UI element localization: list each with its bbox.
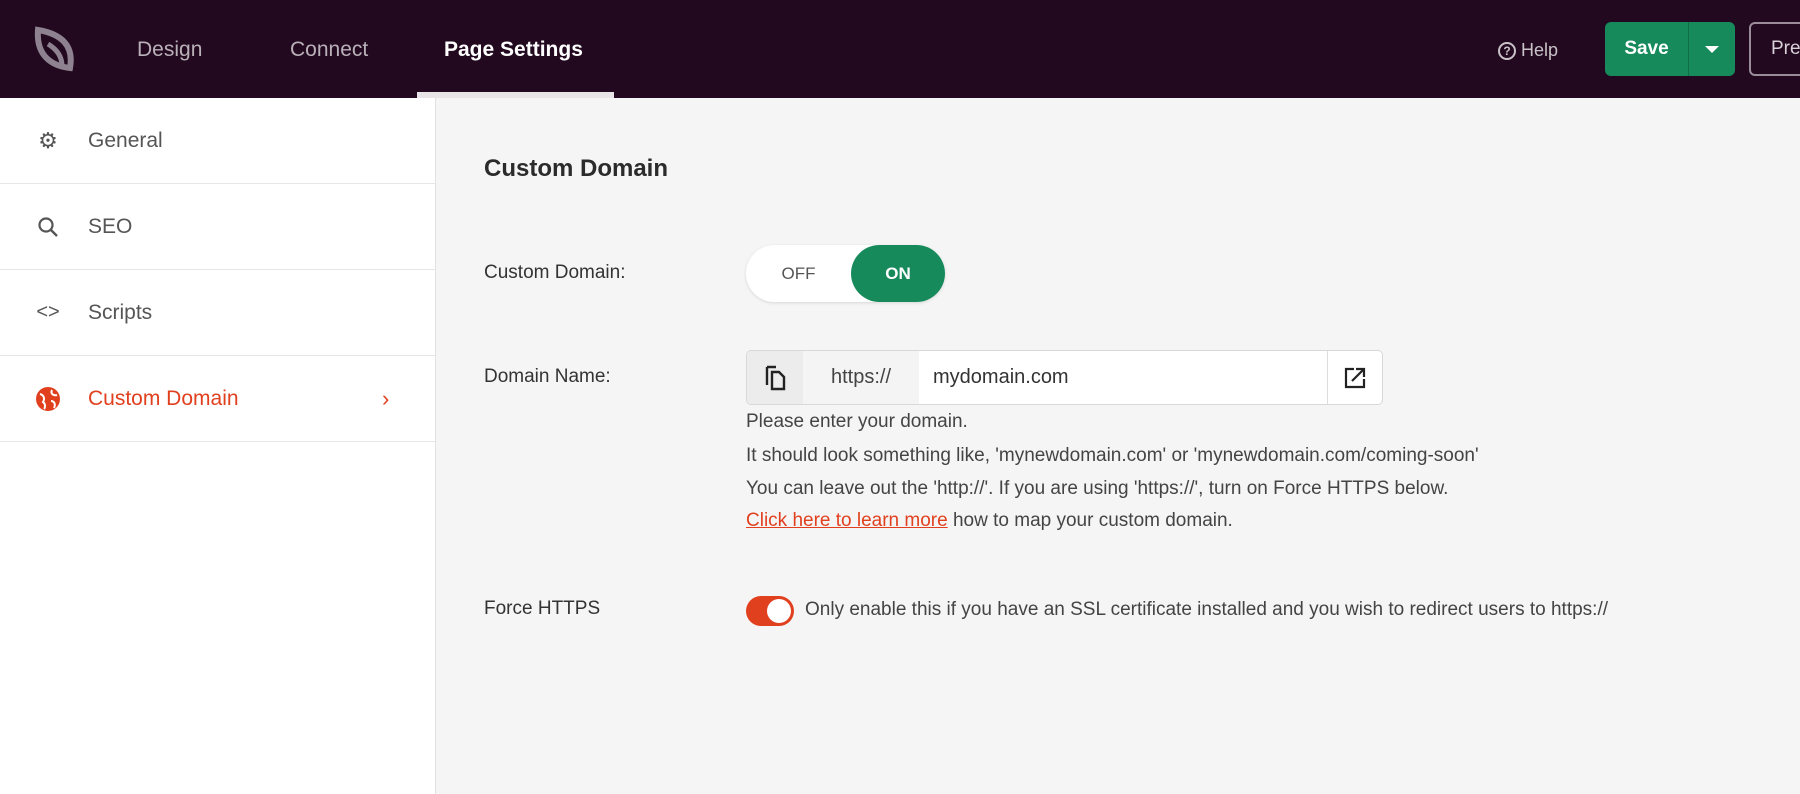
active-tab-indicator [417, 92, 614, 98]
custom-domain-toggle[interactable]: OFF ON [746, 245, 945, 302]
logo-icon[interactable] [32, 26, 76, 72]
sidebar-item-label: General [88, 128, 163, 152]
learn-more-suffix: how to map your custom domain. [947, 510, 1233, 531]
domain-hint-learn: Click here to learn more how to map your… [746, 510, 1233, 532]
page-title: Custom Domain [484, 155, 669, 182]
sidebar-item-label: Scripts [88, 300, 153, 324]
force-https-description: Only enable this if you have an SSL cert… [805, 599, 1609, 620]
external-link-icon[interactable] [1327, 351, 1382, 404]
preview-button[interactable]: Pre [1749, 22, 1800, 76]
domain-name-input[interactable] [919, 351, 1327, 404]
save-button-group: Save [1605, 22, 1735, 76]
domain-input-group: https:// [746, 350, 1383, 405]
sidebar-item-custom-domain[interactable]: Custom Domain › [0, 356, 435, 442]
sidebar-item-label: SEO [88, 214, 133, 238]
tab-page-settings[interactable]: Page Settings [444, 38, 583, 62]
top-bar: Design Connect Page Settings ? Help Save … [0, 0, 1800, 98]
tab-design[interactable]: Design [137, 38, 202, 62]
sidebar-item-general[interactable]: ⚙ General [0, 98, 435, 184]
domain-hint-line: It should look something like, 'mynewdom… [746, 445, 1479, 466]
question-icon: ? [1498, 41, 1516, 60]
force-https-label: Force HTTPS [484, 598, 601, 619]
force-https-switch[interactable] [746, 596, 794, 626]
toggle-off-option[interactable]: OFF [746, 264, 851, 284]
domain-hint-line: You can leave out the 'http://'. If you … [746, 478, 1449, 499]
sidebar-item-label: Custom Domain [88, 386, 239, 410]
learn-more-link[interactable]: Click here to learn more [746, 510, 948, 531]
copy-icon[interactable] [747, 351, 803, 404]
chevron-right-icon: › [382, 385, 390, 411]
domain-hint-line: Please enter your domain. [746, 411, 968, 432]
globe-icon [34, 385, 62, 413]
gear-icon: ⚙ [38, 127, 58, 153]
help-button[interactable]: ? Help [1498, 40, 1558, 61]
toggle-on-option[interactable]: ON [850, 245, 945, 302]
code-icon: <> [36, 301, 60, 323]
protocol-prefix: https:// [803, 351, 919, 404]
help-label: Help [1521, 40, 1559, 60]
save-button[interactable]: Save [1605, 22, 1689, 76]
sidebar: ⚙ General SEO <> Scripts Custom Domain › [0, 98, 436, 794]
custom-domain-label: Custom Domain: [484, 262, 626, 283]
sidebar-item-scripts[interactable]: <> Scripts [0, 270, 435, 356]
search-icon [34, 213, 62, 241]
save-dropdown-button[interactable] [1689, 22, 1735, 76]
sidebar-item-seo[interactable]: SEO [0, 184, 435, 270]
switch-knob [767, 599, 791, 623]
domain-name-label: Domain Name: [484, 366, 611, 387]
caret-down-icon [1705, 45, 1719, 53]
tab-connect[interactable]: Connect [290, 38, 368, 62]
